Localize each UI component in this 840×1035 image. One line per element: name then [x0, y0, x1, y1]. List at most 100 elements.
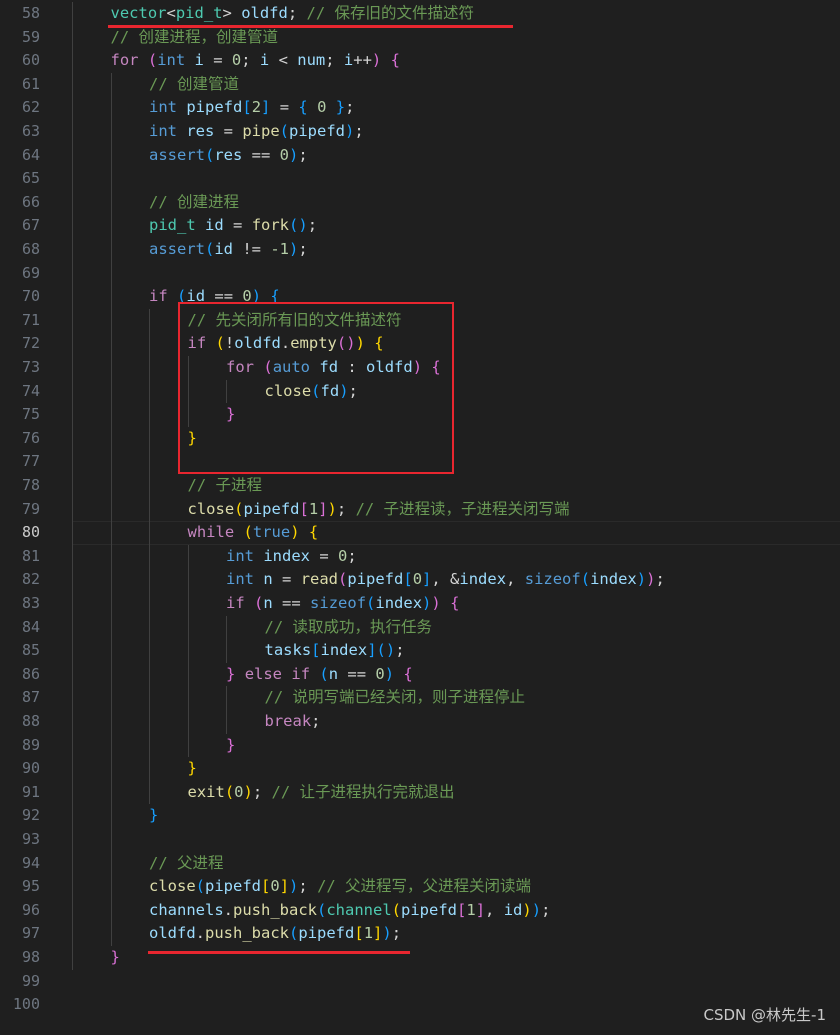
- code-line[interactable]: 59 // 创建进程，创建管道: [0, 25, 840, 50]
- code-line[interactable]: 88 break;: [0, 710, 840, 734]
- code-text: }: [188, 757, 197, 781]
- indent-guide: [72, 120, 73, 144]
- indent-guide: [72, 686, 73, 710]
- code-editor[interactable]: 58 vector<pid_t> oldfd; // 保存旧的文件描述符 59// …: [0, 0, 840, 1035]
- code-token: }: [226, 664, 236, 683]
- code-token: }: [149, 806, 159, 825]
- code-text: int n = read(pipefd[0], &index, sizeof(i…: [226, 568, 665, 592]
- code-line[interactable]: 63 int res = pipe(pipefd);: [0, 120, 840, 144]
- code-line[interactable]: 93: [0, 828, 840, 852]
- indent-guide: [72, 804, 73, 828]
- indent-guide: [149, 733, 150, 758]
- code-line[interactable]: 90}: [0, 757, 840, 781]
- code-line[interactable]: 82 int n = read(pipefd[0], &index, sizeof…: [0, 568, 840, 592]
- code-line[interactable]: 86} else if (n == 0) {: [0, 662, 840, 687]
- code-token: 0: [234, 782, 244, 801]
- indent-guide: [110, 497, 112, 522]
- code-token: ;: [307, 216, 318, 235]
- code-line[interactable]: 96 channels.push_back(channel(pipefd[1], …: [0, 898, 840, 923]
- code-line[interactable]: 95 close(pipefd[0]); // 父进程写，父进程关闭读端: [0, 875, 840, 899]
- code-text: int res = pipe(pipefd);: [149, 120, 364, 144]
- indent-guide: [149, 356, 150, 380]
- line-number: 93: [21, 830, 40, 848]
- code-line[interactable]: 64 assert(res == 0);: [0, 143, 840, 168]
- code-token: ): [384, 664, 395, 683]
- code-line[interactable]: 58 vector<pid_t> oldfd; // 保存旧的文件描述符: [0, 2, 840, 26]
- indent-guide: [187, 662, 189, 687]
- code-token: (: [391, 900, 402, 919]
- code-line[interactable]: 98}: [0, 946, 840, 970]
- code-line[interactable]: 92}: [0, 804, 840, 828]
- code-line[interactable]: 79 close(pipefd[1]); // 子进程读，子进程关闭写端: [0, 497, 840, 522]
- line-number: 100: [12, 995, 40, 1014]
- code-line[interactable]: 60 for (int i = 0; i < num; i++) {: [0, 49, 840, 73]
- code-token: // 让子进程执行完就退出: [271, 782, 455, 801]
- line-number: 65: [21, 169, 40, 188]
- code-token: =: [223, 216, 252, 235]
- code-token: =: [310, 546, 339, 565]
- code-line[interactable]: 87 // 说明写端已经关闭，则子进程停止: [0, 686, 840, 710]
- code-line[interactable]: 67 pid_t id = fork();: [0, 214, 840, 238]
- code-token: assert: [149, 145, 205, 164]
- code-line[interactable]: 85 tasks[index]();: [0, 639, 840, 663]
- code-text: // 父进程: [149, 852, 224, 876]
- code-token: ): [289, 240, 299, 258]
- code-line[interactable]: 99: [0, 970, 840, 994]
- code-line[interactable]: 89}: [0, 733, 840, 758]
- code-token: // 创建管道: [149, 74, 239, 93]
- code-token: -1: [270, 240, 290, 258]
- code-line[interactable]: 68 assert(id != -1);: [0, 238, 840, 262]
- code-line[interactable]: 62 int pipefd[2] = { 0 };: [0, 96, 840, 120]
- code-token: channel: [326, 900, 392, 919]
- code-line[interactable]: 66 // 创建进程: [0, 190, 840, 215]
- code-token: .: [223, 900, 233, 919]
- code-line[interactable]: 84 // 读取成功，执行任务: [0, 615, 840, 640]
- code-line[interactable]: 94 // 父进程: [0, 851, 840, 876]
- code-line[interactable]: 91 exit(0); // 让子进程执行完就退出: [0, 780, 840, 805]
- code-token: ]: [261, 98, 271, 117]
- code-line[interactable]: 61 // 创建管道: [0, 72, 840, 97]
- code-token: (: [224, 782, 235, 801]
- code-token: {: [298, 98, 308, 117]
- code-line[interactable]: 65: [0, 167, 840, 191]
- code-token: i: [343, 51, 354, 70]
- line-number: 90: [21, 759, 40, 778]
- code-token: int: [157, 51, 186, 70]
- line-number: 96: [21, 900, 40, 919]
- code-token: {: [450, 594, 460, 612]
- line-number: 68: [21, 240, 40, 258]
- code-token: ): [290, 523, 300, 542]
- indent-guide: [149, 332, 150, 356]
- code-token: ): [522, 900, 532, 919]
- code-line[interactable]: 81 int index = 0;: [0, 544, 840, 569]
- indent-guide: [110, 167, 112, 191]
- code-text: close(pipefd[1]); // 子进程读，子进程关闭写端: [188, 498, 570, 522]
- indent-guide: [110, 780, 112, 805]
- indent-guide: [110, 851, 112, 876]
- code-token: n: [263, 570, 273, 589]
- indent-guide: [72, 96, 73, 120]
- line-number: 81: [21, 546, 40, 565]
- line-number: 75: [21, 405, 40, 424]
- code-line[interactable]: 78 // 子进程: [0, 474, 840, 498]
- indent-guide: [110, 120, 112, 144]
- code-token: else: [244, 664, 283, 683]
- code-line[interactable]: 83 if (n == sizeof(index)) {: [0, 592, 840, 616]
- line-number: 86: [21, 664, 40, 683]
- code-text: // 创建管道: [149, 73, 239, 97]
- indent-guide: [149, 662, 150, 687]
- code-token: }: [226, 735, 236, 754]
- annotation-box-close-old-fds: [178, 302, 454, 474]
- code-text: int pipefd[2] = { 0 };: [149, 96, 354, 120]
- code-token: , &: [431, 570, 460, 589]
- code-token: ): [371, 51, 382, 70]
- code-line[interactable]: 97 oldfd.push_back(pipefd[1]);: [0, 922, 840, 946]
- code-line[interactable]: 80 while (true) {: [0, 521, 840, 545]
- code-token: (: [366, 594, 376, 612]
- code-token: oldfd: [241, 4, 288, 22]
- indent-guide: [226, 686, 227, 710]
- code-line[interactable]: 69: [0, 261, 840, 286]
- code-token: }: [110, 948, 120, 966]
